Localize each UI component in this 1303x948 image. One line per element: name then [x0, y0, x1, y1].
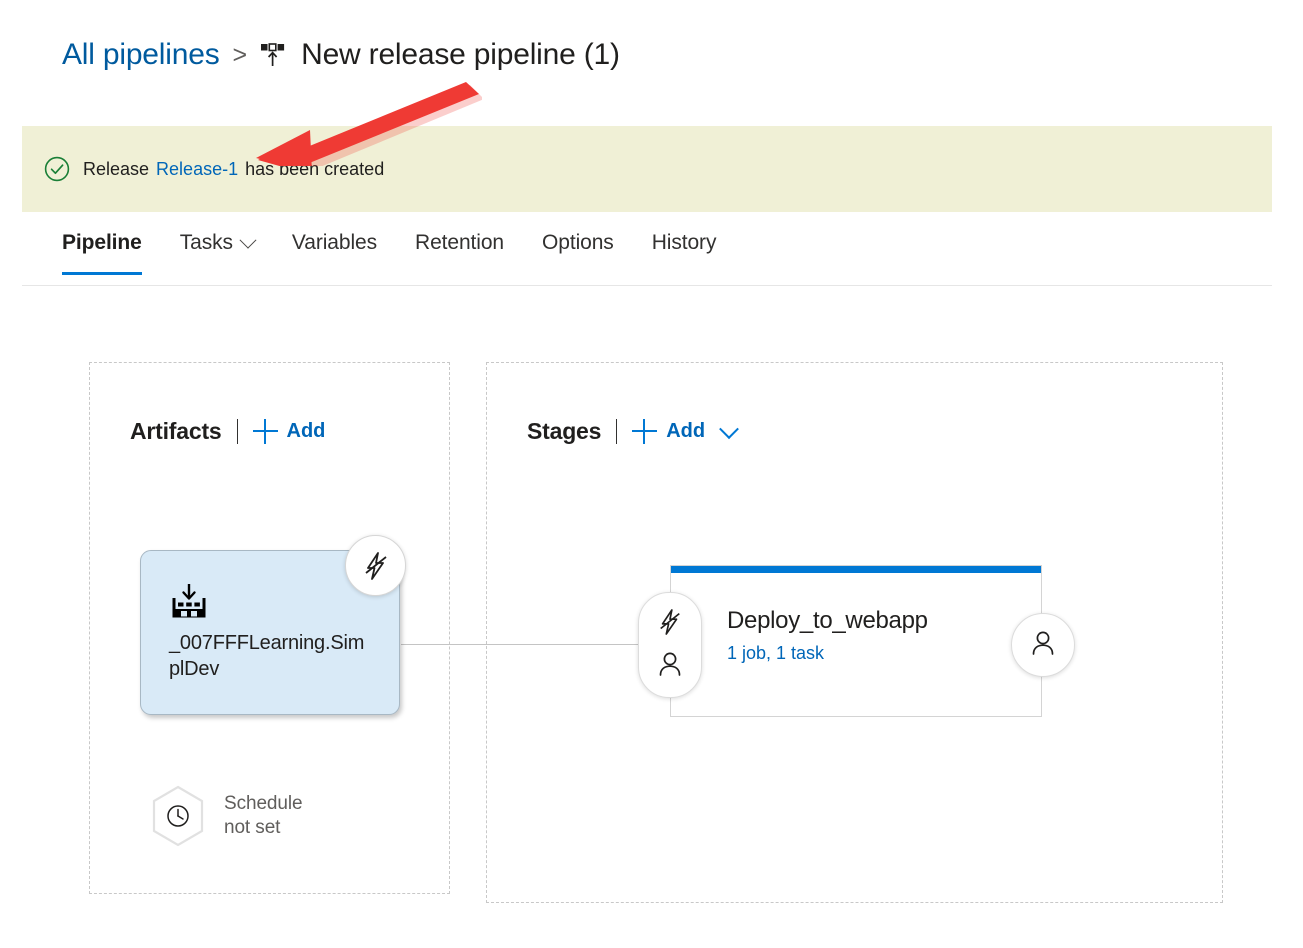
breadcrumb: All pipelines > New release pipeline (1)	[62, 38, 620, 72]
schedule-status-text: Schedule not set	[224, 792, 303, 840]
post-deployment-conditions-button[interactable]	[1011, 613, 1075, 677]
tab-pipeline[interactable]: Pipeline	[62, 231, 142, 275]
success-notification-banner: Release Release-1 has been created	[22, 126, 1272, 212]
add-stage-button[interactable]: Add	[632, 418, 740, 444]
breadcrumb-all-pipelines-link[interactable]: All pipelines	[62, 38, 220, 72]
artifact-to-stage-connector	[401, 644, 641, 645]
pre-deployment-conditions-button[interactable]	[638, 592, 702, 698]
add-artifact-label: Add	[286, 420, 326, 442]
person-approval-icon	[1030, 629, 1056, 662]
tab-variables[interactable]: Variables	[292, 231, 377, 275]
success-check-circle-icon	[44, 156, 70, 182]
schedule-line-1: Schedule	[224, 792, 303, 814]
plus-icon	[252, 419, 278, 444]
chevron-down-icon	[239, 231, 257, 249]
continuous-deployment-trigger-icon[interactable]	[345, 535, 406, 596]
notification-text: Release Release-1 has been created	[83, 159, 384, 180]
divider	[236, 419, 238, 444]
artifacts-title: Artifacts	[130, 418, 222, 444]
tab-tasks-label: Tasks	[179, 231, 233, 254]
stages-panel-header: Stages Add	[527, 418, 740, 445]
stage-card-body: Deploy_to_webapp 1 job, 1 task	[671, 566, 1041, 664]
release-1-link[interactable]: Release-1	[156, 159, 238, 180]
add-artifact-button[interactable]: Add	[252, 419, 326, 444]
chevron-down-icon[interactable]	[719, 418, 740, 439]
artifact-name: _007FFFLearning.SimplDev	[169, 632, 365, 681]
tab-options[interactable]: Options	[542, 231, 614, 275]
stages-title: Stages	[527, 418, 602, 444]
build-artifact-icon	[169, 583, 209, 621]
divider	[616, 419, 618, 444]
tab-bar: Pipeline Tasks Variables Retention Optio…	[22, 212, 1272, 286]
add-stage-label: Add	[666, 420, 706, 442]
person-approval-icon	[657, 650, 683, 683]
release-pipeline-icon	[260, 40, 286, 70]
tab-retention[interactable]: Retention	[415, 231, 504, 275]
schedule-line-2: not set	[224, 817, 281, 838]
tab-history[interactable]: History	[652, 231, 717, 275]
tab-pipeline-label: Pipeline	[62, 231, 142, 254]
tab-tasks[interactable]: Tasks	[179, 231, 257, 275]
tab-options-label: Options	[542, 231, 614, 254]
plus-icon	[632, 419, 658, 444]
tab-history-label: History	[651, 231, 717, 254]
stage-jobs-tasks-link[interactable]: 1 job, 1 task	[727, 643, 1041, 664]
stage-accent-bar	[671, 566, 1041, 573]
schedule-trigger[interactable]: Schedule not set	[150, 785, 303, 847]
artifacts-panel-header: Artifacts Add	[130, 418, 325, 445]
page-title: New release pipeline (1)	[301, 38, 620, 71]
stage-card-deploy-to-webapp[interactable]: Deploy_to_webapp 1 job, 1 task	[670, 565, 1042, 717]
tab-variables-label: Variables	[291, 231, 378, 254]
notification-prefix: Release	[83, 158, 150, 179]
tab-retention-label: Retention	[415, 231, 505, 254]
breadcrumb-separator: >	[232, 40, 248, 69]
stage-name: Deploy_to_webapp	[727, 607, 928, 634]
notification-suffix: has been created	[245, 158, 385, 179]
clock-hexagon-icon	[150, 785, 206, 847]
trigger-disabled-icon	[657, 608, 683, 641]
